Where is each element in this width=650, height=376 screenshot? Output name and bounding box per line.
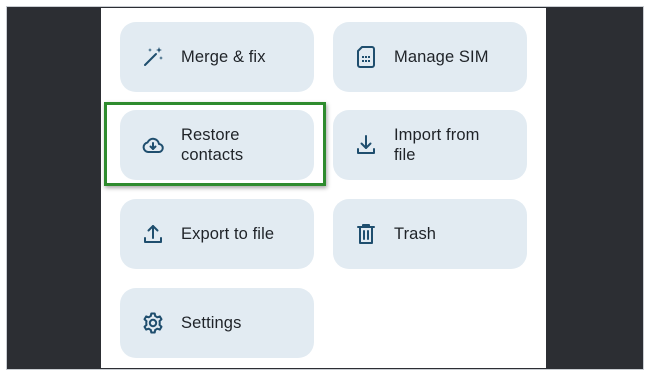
settings-button[interactable]: Settings xyxy=(120,288,314,358)
trash-button[interactable]: Trash xyxy=(333,199,527,269)
settings-label: Settings xyxy=(181,314,242,332)
restore-contacts-label-line1: Restore xyxy=(181,126,240,144)
restore-contacts-button[interactable]: Restore contacts xyxy=(120,110,314,180)
cloud-download-icon xyxy=(140,132,166,158)
manage-sim-button[interactable]: Manage SIM xyxy=(333,22,527,92)
restore-contacts-label-line2: contacts xyxy=(181,146,244,164)
import-from-file-button[interactable]: Import from file xyxy=(333,110,527,180)
trash-label: Trash xyxy=(394,225,437,243)
restore-contacts-label: Restore contacts xyxy=(181,125,243,165)
import-from-file-label: Import from file xyxy=(394,125,479,165)
export-to-file-button[interactable]: Export to file xyxy=(120,199,314,269)
merge-fix-label: Merge & fix xyxy=(181,48,266,66)
sim-card-icon xyxy=(353,44,379,70)
upload-icon xyxy=(140,221,166,247)
download-icon xyxy=(353,132,379,158)
import-from-file-label-line2: file xyxy=(394,146,416,164)
manage-sim-label: Manage SIM xyxy=(394,48,489,66)
magic-wand-icon xyxy=(140,44,166,70)
trash-icon xyxy=(353,221,379,247)
merge-fix-button[interactable]: Merge & fix xyxy=(120,22,314,92)
import-from-file-label-line1: Import from xyxy=(394,126,480,144)
gear-icon xyxy=(140,310,166,336)
export-to-file-label: Export to file xyxy=(181,225,275,243)
